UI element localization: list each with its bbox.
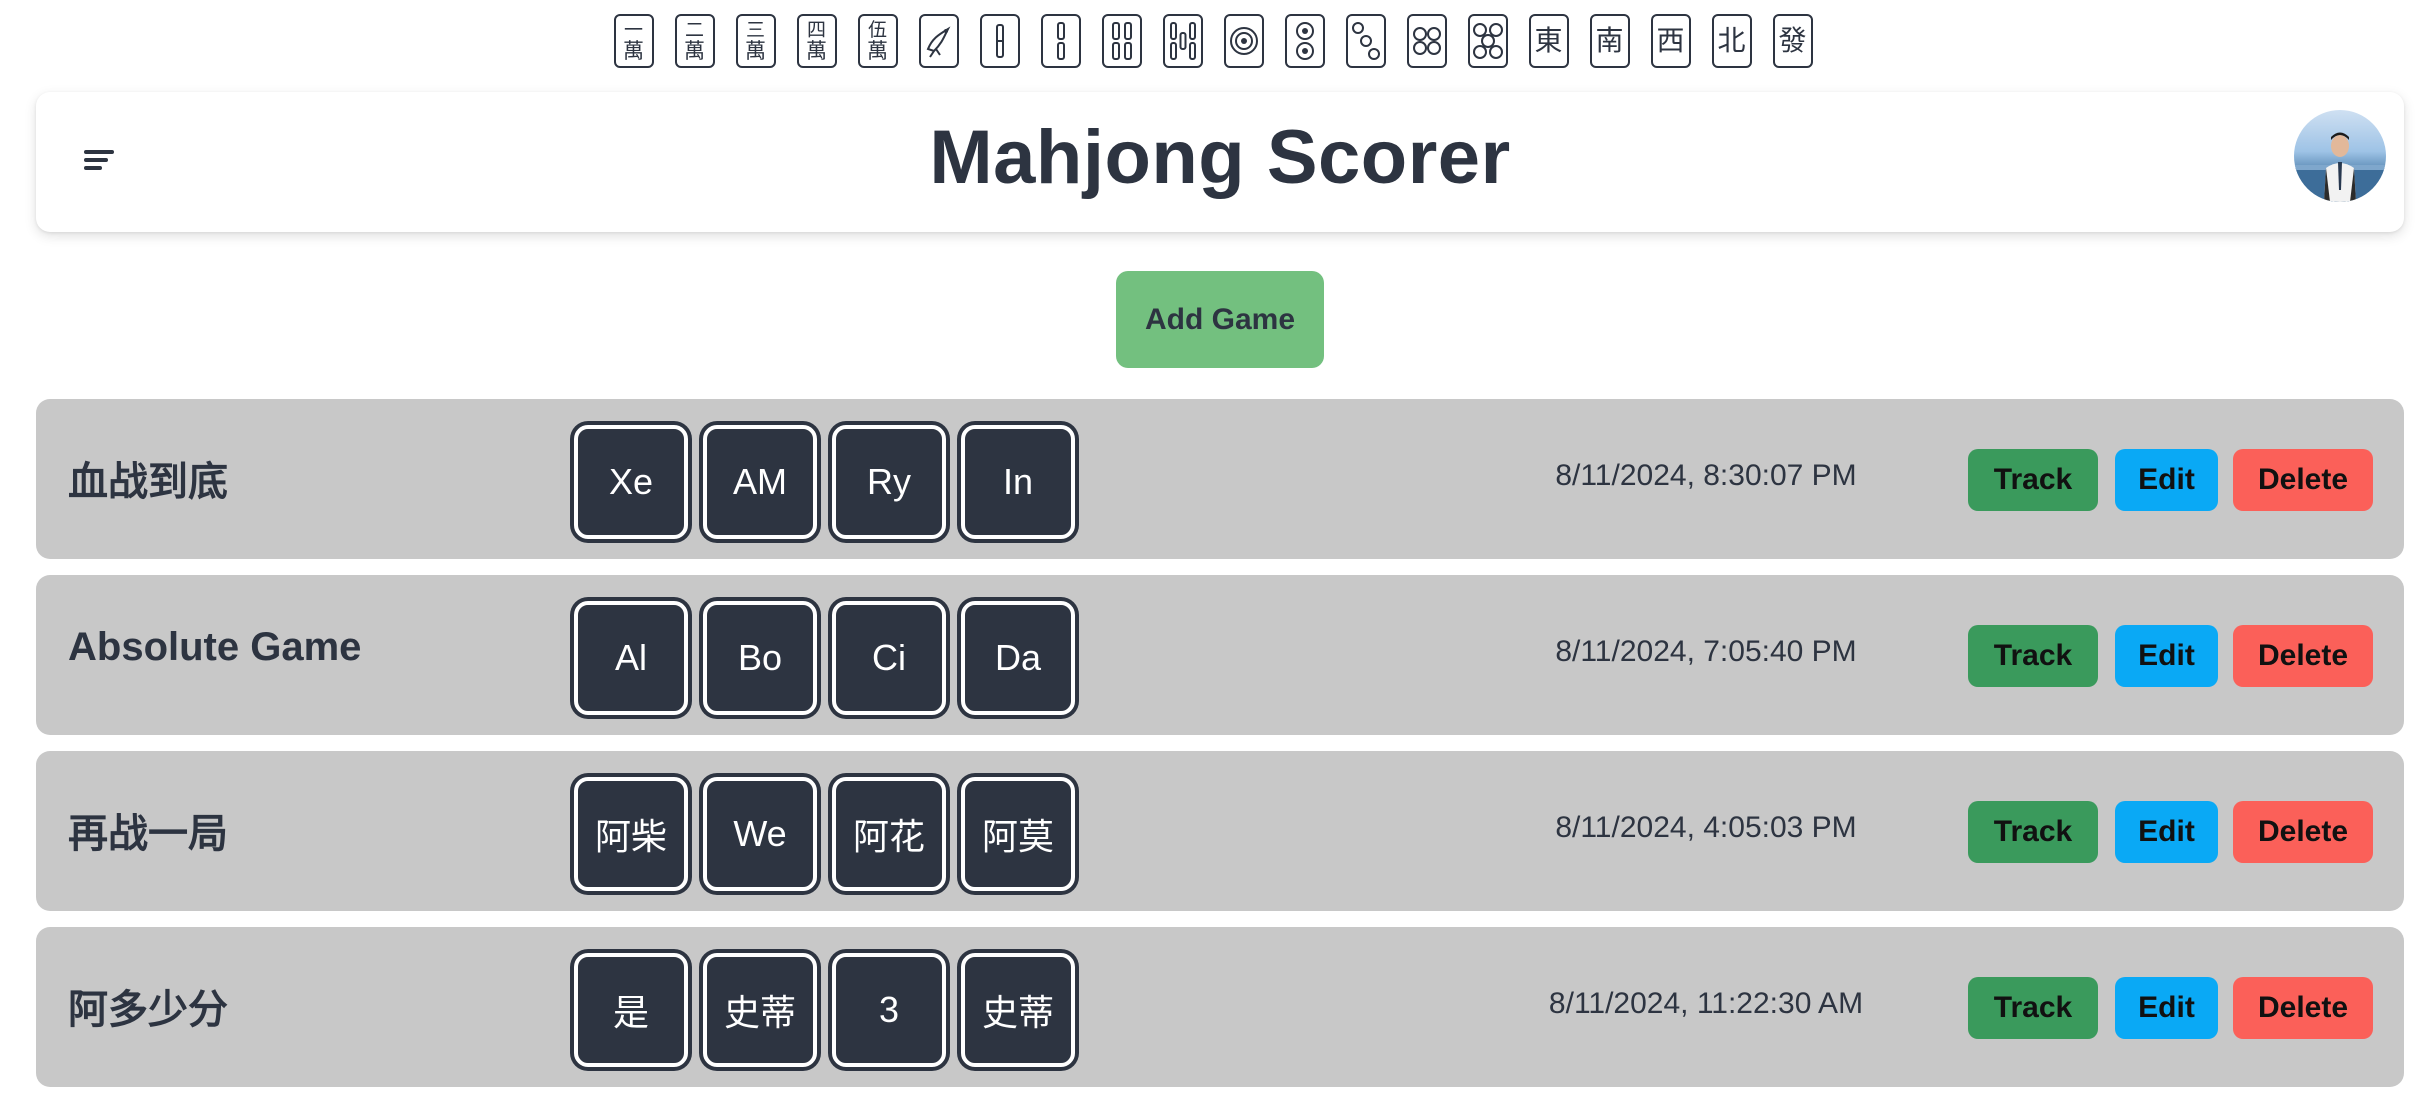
tile-top-char: 二 [684,18,704,41]
circle-icon [1229,27,1258,55]
1-sou-bird-tile [918,14,959,68]
app-header: Mahjong Scorer [36,92,2404,232]
north-wind-tile: 北 [1711,14,1752,68]
tile-strip: 一萬 二萬 三萬 四萬 伍萬 東 南 西 北 發 [0,14,2426,68]
circle-icon [1472,23,1503,59]
edit-button[interactable]: Edit [2115,801,2218,863]
player-list: 阿柴 We 阿花 阿莫 [570,773,1079,895]
game-row: 阿多少分 是 史蒂 3 史蒂 8/11/2024, 11:22:30 AM Tr… [36,927,2404,1087]
east-wind-tile: 東 [1528,14,1569,68]
4-pin-tile [1406,14,1447,68]
player-tile: Xe [574,425,688,539]
player-list: Xe AM Ry In [570,421,1079,543]
3-pin-tile [1345,14,1386,68]
5-man-tile: 伍萬 [857,14,898,68]
tile-char: 北 [1717,24,1746,57]
2-man-tile: 二萬 [674,14,715,68]
track-button[interactable]: Track [1968,449,2098,511]
game-date: 8/11/2024, 11:22:30 AM [1548,987,1864,1020]
tile-bottom-char: 萬 [623,38,644,63]
game-name: 阿多少分 [68,988,228,1032]
player-tile: 阿莫 [961,777,1075,891]
4-man-tile: 四萬 [796,14,837,68]
circle-icon [1295,22,1314,60]
2-pin-tile [1284,14,1325,68]
app-title: Mahjong Scorer [929,115,1511,200]
player-tile: 史蒂 [961,953,1075,1067]
edit-button[interactable]: Edit [2115,625,2218,687]
game-name: Absolute Game [68,625,362,669]
south-wind-tile: 南 [1589,14,1630,68]
edit-button[interactable]: Edit [2115,977,2218,1039]
5-pin-tile [1467,14,1508,68]
game-date: 8/11/2024, 4:05:03 PM [1555,811,1857,844]
add-game-button[interactable]: Add Game [1116,271,1324,368]
bamboo-icon [1169,22,1196,60]
player-tile: Al [574,601,688,715]
player-tile: 阿花 [832,777,946,891]
west-wind-tile: 西 [1650,14,1691,68]
delete-button[interactable]: Delete [2233,801,2373,863]
game-name: 再战一局 [68,812,228,856]
delete-button[interactable]: Delete [2233,449,2373,511]
tile-bottom-char: 萬 [684,38,705,63]
green-dragon-tile: 發 [1772,14,1813,68]
tile-top-char: 伍 [867,18,887,41]
5-sou-tile [1162,14,1203,68]
edit-button[interactable]: Edit [2115,449,2218,511]
4-sou-tile [1101,14,1142,68]
tile-char: 南 [1595,24,1624,57]
tile-char: 發 [1778,24,1807,57]
tile-bottom-char: 萬 [806,38,827,63]
delete-button[interactable]: Delete [2233,977,2373,1039]
game-date: 8/11/2024, 8:30:07 PM [1555,459,1857,492]
player-list: 是 史蒂 3 史蒂 [570,949,1079,1071]
track-button[interactable]: Track [1968,977,2098,1039]
player-tile: 史蒂 [703,953,817,1067]
player-tile: Da [961,601,1075,715]
player-tile: 3 [832,953,946,1067]
player-tile: 是 [574,953,688,1067]
player-list: Al Bo Ci Da [570,597,1079,719]
game-row: Absolute Game Al Bo Ci Da 8/11/2024, 7:0… [36,575,2404,735]
game-row: 再战一局 阿柴 We 阿花 阿莫 8/11/2024, 4:05:03 PM T… [36,751,2404,911]
1-pin-tile [1223,14,1264,68]
tile-bottom-char: 萬 [745,38,766,63]
1-sou-tile [979,14,1020,68]
delete-button[interactable]: Delete [2233,625,2373,687]
player-tile: AM [703,425,817,539]
3-man-tile: 三萬 [735,14,776,68]
bamboo-icon [995,24,1004,58]
bamboo-icon [1111,22,1132,60]
tile-top-char: 四 [806,18,826,41]
tile-top-char: 三 [745,18,765,41]
player-tile: In [961,425,1075,539]
2-sou-tile [1040,14,1081,68]
person-silhouette-icon [2294,132,2386,202]
player-tile: 阿柴 [574,777,688,891]
1-man-tile: 一萬 [613,14,654,68]
tile-char: 西 [1656,24,1685,57]
player-tile: Bo [703,601,817,715]
tile-bottom-char: 萬 [867,38,888,63]
game-row: 血战到底 Xe AM Ry In 8/11/2024, 8:30:07 PM T… [36,399,2404,559]
user-avatar[interactable] [2294,110,2386,202]
player-tile: Ci [832,601,946,715]
game-name: 血战到底 [68,460,228,504]
bamboo-icon [1056,22,1065,60]
track-button[interactable]: Track [1968,625,2098,687]
tile-char: 東 [1534,24,1563,57]
player-tile: We [703,777,817,891]
track-button[interactable]: Track [1968,801,2098,863]
circle-icon [1412,27,1441,55]
player-tile: Ry [832,425,946,539]
tile-top-char: 一 [623,18,643,41]
game-date: 8/11/2024, 7:05:40 PM [1555,635,1857,668]
bird-icon [926,26,950,58]
circle-icon [1351,22,1380,60]
